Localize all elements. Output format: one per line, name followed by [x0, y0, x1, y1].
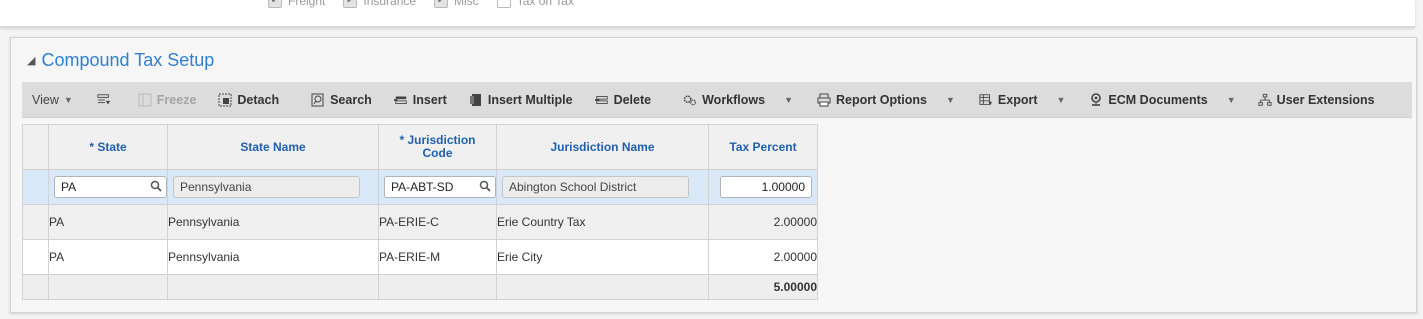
detach-icon: [218, 93, 232, 107]
tax-options-row: ✔ Freight ✔ Insurance ✔ Misc Tax on Tax: [268, 0, 574, 8]
gears-icon: [683, 93, 697, 107]
state-cell[interactable]: PA: [48, 204, 168, 240]
state-cell[interactable]: PA: [48, 239, 168, 275]
grid-toolbar: View ▼ Freeze Detach Search Insert Inser…: [22, 82, 1412, 118]
freight-checkbox[interactable]: ✔ Freight: [268, 0, 325, 8]
tax-percent-cell[interactable]: 2.00000: [708, 239, 818, 275]
printer-icon: [817, 93, 831, 107]
grid-empty-area: [817, 124, 1414, 301]
column-header-jurisdiction-name[interactable]: Jurisdiction Name: [496, 124, 709, 170]
tax-percent-input[interactable]: 1.00000: [720, 176, 812, 198]
row-selector[interactable]: [22, 204, 49, 240]
check-icon: ✔: [268, 0, 282, 8]
jurisdiction-code-cell[interactable]: PA-ERIE-C: [378, 204, 497, 240]
column-header-state-name[interactable]: State Name: [167, 124, 379, 170]
hierarchy-icon: [1258, 93, 1272, 107]
freeze-icon: [138, 93, 152, 107]
totals-row: 5.00000: [22, 274, 818, 300]
jurisdiction-name-cell[interactable]: Erie Country Tax: [496, 204, 709, 240]
row-selector[interactable]: [22, 169, 49, 205]
chevron-down-icon: ▼: [1226, 94, 1236, 105]
row-selector-header: [22, 124, 49, 170]
compound-tax-grid: * State State Name * Jurisdiction Code Ju…: [22, 124, 818, 300]
table-row[interactable]: PA Pennsylvania PA-ABT-SD Abington Schoo…: [22, 169, 818, 205]
column-header-jurisdiction-code[interactable]: * Jurisdiction Code: [378, 124, 497, 170]
search-icon[interactable]: [150, 180, 162, 195]
search-icon: [311, 93, 325, 107]
insert-multiple-icon: [469, 93, 483, 107]
state-name-cell[interactable]: Pennsylvania: [167, 204, 379, 240]
report-options-menu[interactable]: Report Options ▼: [817, 93, 955, 107]
insert-multiple-button[interactable]: Insert Multiple: [469, 93, 573, 107]
grid-header-row: * State State Name * Jurisdiction Code Ju…: [22, 124, 818, 170]
compound-tax-panel: ◢ Compound Tax Setup View ▼ Freeze Detac…: [10, 37, 1417, 313]
view-menu[interactable]: View ▼: [32, 93, 73, 107]
state-name-cell[interactable]: Pennsylvania: [167, 239, 379, 275]
column-filter-button[interactable]: [97, 93, 111, 107]
state-input[interactable]: PA: [54, 176, 167, 198]
detach-button[interactable]: Detach: [218, 93, 279, 107]
chevron-down-icon: ▼: [784, 94, 794, 105]
panel-header[interactable]: ◢ Compound Tax Setup: [27, 50, 214, 71]
check-icon: ✔: [434, 0, 449, 8]
chevron-down-icon: ▼: [63, 94, 73, 105]
export-table-icon: [979, 93, 993, 107]
tax-percent-cell[interactable]: 2.00000: [708, 204, 818, 240]
filter-columns-icon: [97, 93, 111, 107]
workflows-menu[interactable]: Workflows ▼: [683, 93, 793, 107]
delete-button[interactable]: Delete: [594, 93, 651, 107]
misc-checkbox[interactable]: ✔ Misc: [434, 0, 479, 8]
delete-row-icon: [594, 93, 609, 107]
panel-title: Compound Tax Setup: [41, 50, 215, 70]
insert-button[interactable]: Insert: [393, 93, 447, 107]
tax-on-tax-checkbox[interactable]: Tax on Tax: [496, 0, 574, 8]
export-menu[interactable]: Export ▼: [979, 93, 1066, 107]
freeze-button[interactable]: Freeze: [138, 93, 196, 107]
unchecked-box-icon: [496, 0, 511, 8]
jurisdiction-code-input[interactable]: PA-ABT-SD: [384, 176, 496, 198]
table-row[interactable]: PA Pennsylvania PA-ERIE-M Erie City 2.00…: [22, 239, 818, 275]
previous-panel-strip: ✔ Freight ✔ Insurance ✔ Misc Tax on Tax: [0, 0, 1415, 27]
jurisdiction-name-field: Abington School District: [502, 176, 689, 198]
insert-row-icon: [393, 93, 408, 107]
insurance-checkbox[interactable]: ✔ Insurance: [343, 0, 416, 8]
tax-percent-total: 5.00000: [708, 274, 818, 300]
state-name-field: Pennsylvania: [173, 176, 360, 198]
column-header-tax-percent[interactable]: Tax Percent: [708, 124, 818, 170]
column-header-state[interactable]: * State: [48, 124, 168, 170]
collapse-triangle-icon[interactable]: ◢: [27, 54, 35, 67]
ecm-pin-icon: [1089, 92, 1103, 107]
chevron-down-icon: ▼: [1056, 94, 1066, 105]
ecm-documents-menu[interactable]: ECM Documents ▼: [1089, 92, 1236, 107]
table-row[interactable]: PA Pennsylvania PA-ERIE-C Erie Country T…: [22, 204, 818, 240]
user-extensions-button[interactable]: User Extensions: [1258, 93, 1375, 107]
search-button[interactable]: Search: [311, 93, 372, 107]
check-icon: ✔: [343, 0, 358, 8]
chevron-down-icon: ▼: [945, 94, 955, 105]
row-selector[interactable]: [22, 239, 49, 275]
search-icon[interactable]: [479, 180, 491, 195]
jurisdiction-name-cell[interactable]: Erie City: [496, 239, 709, 275]
jurisdiction-code-cell[interactable]: PA-ERIE-M: [378, 239, 497, 275]
